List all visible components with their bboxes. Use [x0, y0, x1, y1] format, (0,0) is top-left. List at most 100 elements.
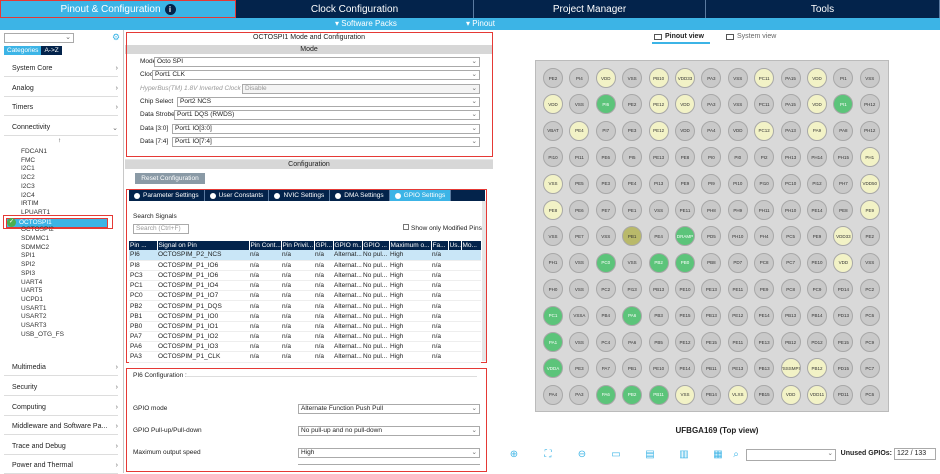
reset-configuration-button[interactable]: Reset Configuration — [135, 173, 205, 184]
search-signals-input[interactable]: Search (Ctrl+F) — [133, 224, 189, 234]
pin-pb11[interactable]: PB11 — [648, 384, 669, 405]
pin-ph12[interactable]: PH12 — [859, 94, 880, 115]
pin-vss[interactable]: VSS — [648, 200, 669, 220]
pin-pb2[interactable]: PB2 — [648, 252, 669, 273]
category-bottom-1[interactable]: Security › — [4, 380, 118, 396]
pin-pd11[interactable]: PD11 — [833, 384, 854, 405]
category-bottom-4[interactable]: Trace and Debug › — [4, 439, 118, 455]
pin-vss[interactable]: VSS — [622, 68, 643, 88]
pin-pc5[interactable]: PC5 — [780, 226, 801, 247]
pin-config-select-0[interactable]: Alternate Function Push Pull ⌄ — [298, 404, 480, 414]
tab-parameter-settings[interactable]: Parameter Settings — [129, 190, 205, 201]
pin-pi12[interactable]: PI12 — [807, 173, 827, 194]
pin-pc1[interactable]: PC1 — [543, 305, 563, 326]
pin-ph8[interactable]: PH8 — [701, 200, 722, 220]
category-search-input[interactable]: ⌄ — [4, 33, 74, 43]
pin-pe14[interactable]: PE14 — [675, 358, 695, 379]
column-header[interactable]: Pin Privil... — [281, 241, 315, 250]
pin-pe7[interactable]: PE7 — [569, 226, 590, 247]
peripheral-usart1[interactable]: USART1 — [21, 305, 47, 312]
pin-pe4[interactable]: PE4 — [569, 120, 590, 141]
pin-pe9[interactable]: PE9 — [859, 200, 880, 220]
software-packs-menu[interactable]: ▾ Software Packs — [335, 19, 397, 28]
pin-pe13[interactable]: PE13 — [701, 279, 722, 300]
pin-pe9[interactable]: PE9 — [807, 226, 827, 247]
pin-vdd50[interactable]: VDD50 — [859, 173, 880, 194]
pin-vlxs[interactable]: VLXS — [727, 384, 748, 405]
pin-pd13[interactable]: PD13 — [833, 305, 854, 326]
pin-pd15[interactable]: PD15 — [833, 358, 854, 379]
pin-vdd11[interactable]: VDD11 — [807, 384, 827, 405]
nav-tab-0[interactable]: Pinout & Configuration i — [0, 0, 236, 18]
pin-pb1[interactable]: PB1 — [622, 226, 643, 247]
pin-vdd[interactable]: VDD — [543, 94, 563, 115]
table-row[interactable]: PC1 OCTOSPIM_P1_IO4 n/a n/a n/a Alternat... No… — [129, 280, 481, 292]
pinout-menu[interactable]: ▾ Pinout — [466, 19, 495, 28]
pin-pb3[interactable]: PB3 — [648, 305, 669, 326]
pin-pi1[interactable]: PI1 — [833, 68, 854, 88]
pin-vdd33[interactable]: VDD33 — [675, 68, 695, 88]
pin-pe2[interactable]: PE2 — [622, 94, 643, 115]
pin-vsssmps[interactable]: VSSSMPS — [780, 358, 801, 379]
pin-pe6[interactable]: PE6 — [595, 147, 616, 168]
pin-pe11[interactable]: PE11 — [727, 279, 748, 300]
pin-pe10[interactable]: PE10 — [675, 279, 695, 300]
pin-vdd[interactable]: VDD — [727, 120, 748, 141]
pin-pd14[interactable]: PD14 — [833, 279, 854, 300]
pin-pb13[interactable]: PB13 — [701, 305, 722, 326]
peripheral-fmc[interactable]: FMC — [21, 157, 35, 164]
pin-vss[interactable]: VSS — [727, 68, 748, 88]
pin-vss[interactable]: VSS — [543, 226, 563, 247]
pin-pi11[interactable]: PI11 — [569, 147, 590, 168]
pin-pe15[interactable]: PE15 — [833, 332, 854, 352]
column-header[interactable]: Fa... — [431, 241, 449, 250]
pin-pa7[interactable]: PA7 — [595, 358, 616, 379]
pin-pe9[interactable]: PE9 — [754, 279, 775, 300]
tab-categories[interactable]: Categories — [4, 46, 42, 55]
pin-pe10[interactable]: PE10 — [648, 358, 669, 379]
pin-vss[interactable]: VSS — [543, 173, 563, 194]
pin-search-input[interactable]: ⌄ — [746, 449, 836, 461]
pin-pc12[interactable]: PC12 — [754, 120, 775, 141]
pin-pb14[interactable]: PB14 — [807, 305, 827, 326]
pin-pi7[interactable]: PI7 — [595, 120, 616, 141]
pin-pe1[interactable]: PE1 — [622, 200, 643, 220]
pin-vdd[interactable]: VDD — [675, 94, 695, 115]
pin-vssa[interactable]: VSSA — [569, 305, 590, 326]
table-row[interactable]: PA6 OCTOSPIM_P1_IO3 n/a n/a n/a Alternat... No… — [129, 341, 481, 353]
pin-pe8[interactable]: PE8 — [833, 200, 854, 220]
pin-vss[interactable]: VSS — [675, 384, 695, 405]
peripheral-ucpd1[interactable]: UCPD1 — [21, 296, 43, 303]
pin-pi13[interactable]: PI13 — [648, 173, 669, 194]
mode-select-3[interactable]: Port2 NCS ⌄ — [177, 96, 480, 107]
pin-pe3[interactable]: PE3 — [569, 358, 590, 379]
pin-vdd[interactable]: VDD — [807, 94, 827, 115]
tab-nvic-settings[interactable]: NVIC Settings — [269, 190, 331, 201]
pin-pb4[interactable]: PB4 — [595, 305, 616, 326]
table-row[interactable]: PC0 OCTOSPIM_P1_IO7 n/a n/a n/a Alternat... No… — [129, 290, 481, 302]
pin-pe14[interactable]: PE14 — [807, 200, 827, 220]
pin-pa13[interactable]: PA13 — [780, 120, 801, 141]
peripheral-i2c3[interactable]: I2C3 — [21, 183, 35, 190]
pin-pd12[interactable]: PD12 — [807, 332, 827, 352]
tab-a-z[interactable]: A->Z — [41, 46, 62, 55]
gear-icon[interactable]: ⚙ — [112, 32, 122, 42]
pin-pe4[interactable]: PE4 — [648, 226, 669, 247]
pin-vss[interactable]: VSS — [859, 68, 880, 88]
pin-pc6[interactable]: PC6 — [859, 305, 880, 326]
pin-pc9[interactable]: PC9 — [859, 332, 880, 352]
zoom-in-icon[interactable]: ⊕ — [508, 449, 520, 461]
pin-pa3[interactable]: PA3 — [701, 68, 722, 88]
pin-pi10[interactable]: PI10 — [754, 173, 775, 194]
pin-pe2[interactable]: PE2 — [543, 68, 563, 88]
pin-vdd33[interactable]: VDD33 — [833, 226, 854, 247]
table-row[interactable]: PA7 OCTOSPIM_P1_IO2 n/a n/a n/a Alternat... No… — [129, 331, 481, 343]
column-header[interactable]: Pin Cont... — [249, 241, 282, 250]
table-row[interactable]: PA3 OCTOSPIM_P1_CLK n/a n/a n/a Alternat... No… — [129, 351, 481, 363]
pin-vdda[interactable]: VDDA — [543, 358, 563, 379]
pin-pi0[interactable]: PI0 — [701, 147, 722, 168]
table-row[interactable]: PI8 OCTOSPIM_P1_IO6 n/a n/a n/a Alternat... No… — [129, 260, 481, 271]
checkbox-icon[interactable] — [403, 224, 409, 230]
pin-pb1[interactable]: PB1 — [622, 358, 643, 379]
pin-vdd[interactable]: VDD — [780, 384, 801, 405]
